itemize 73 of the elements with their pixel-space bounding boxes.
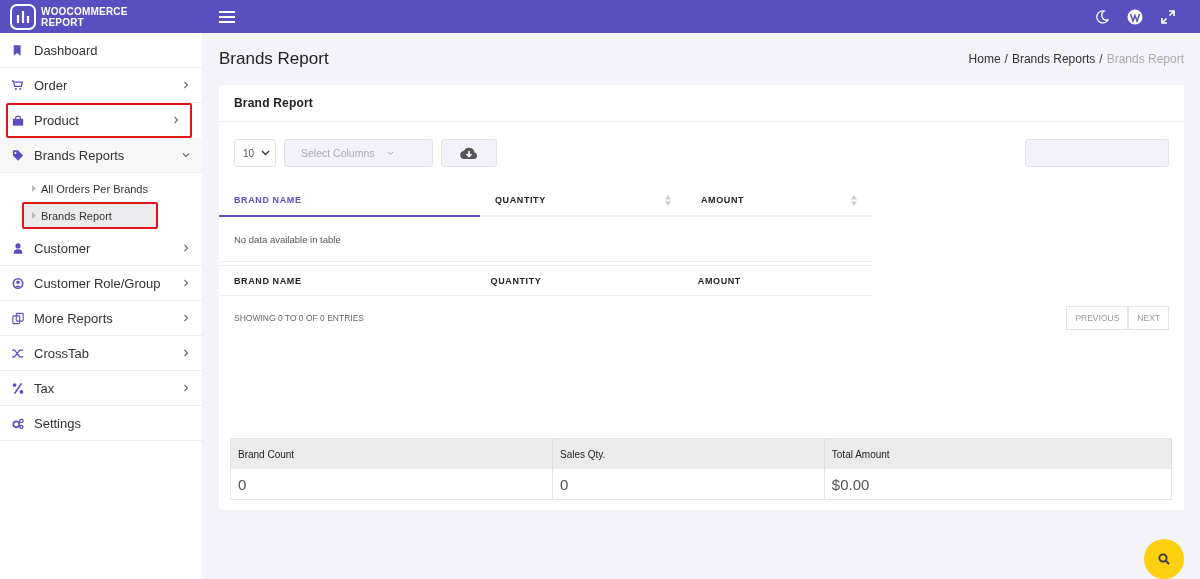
sort-icon bbox=[665, 194, 671, 206]
chevron-right-icon bbox=[182, 279, 190, 287]
card-title: Brand Report bbox=[219, 85, 1184, 122]
column-footer: AMOUNT bbox=[682, 265, 872, 296]
bookmark-icon bbox=[12, 43, 24, 57]
cloud-download-icon bbox=[460, 146, 478, 160]
column-header[interactable]: QUANTITY bbox=[480, 185, 686, 216]
tag-icon bbox=[12, 148, 24, 162]
menu-button[interactable] bbox=[219, 10, 235, 23]
user-circle-icon bbox=[12, 276, 24, 290]
sidebar-item[interactable]: Customer bbox=[0, 231, 202, 266]
chevron-right-icon bbox=[182, 81, 190, 89]
chevron-right-icon bbox=[182, 244, 190, 252]
summary-value: $0.00 bbox=[824, 469, 1172, 500]
page-length-select[interactable]: 10 bbox=[234, 139, 276, 167]
sidebar-item[interactable]: Dashboard bbox=[0, 33, 202, 68]
breadcrumb-link[interactable]: Brands Reports bbox=[1011, 52, 1096, 66]
sidebar-subitem[interactable]: Brands Report bbox=[22, 202, 158, 229]
shuffle-icon bbox=[12, 346, 24, 360]
w-logo-icon bbox=[1127, 8, 1143, 25]
sidebar-item[interactable]: CrossTab bbox=[0, 336, 202, 371]
sidebar-item[interactable]: Brands Reports bbox=[0, 138, 202, 173]
chevron-right-icon bbox=[172, 116, 180, 124]
expand-icon bbox=[1161, 9, 1175, 24]
breadcrumb-link[interactable]: Home bbox=[968, 52, 1001, 66]
breadcrumb-separator: / bbox=[1004, 52, 1008, 66]
chevron-down-icon bbox=[261, 150, 270, 156]
search-button[interactable] bbox=[1144, 539, 1184, 579]
moon-icon bbox=[1095, 9, 1109, 24]
wordpress-button[interactable] bbox=[1127, 8, 1143, 25]
sidebar-item[interactable]: Customer Role/Group bbox=[0, 266, 202, 301]
copy-icon bbox=[12, 311, 24, 325]
bag-icon bbox=[12, 113, 24, 127]
download-button[interactable] bbox=[441, 139, 497, 167]
user-icon bbox=[12, 241, 24, 255]
sidebar-item[interactable]: More Reports bbox=[0, 301, 202, 336]
summary-header: Total Amount bbox=[824, 438, 1172, 469]
column-footer: QUANTITY bbox=[475, 265, 683, 296]
breadcrumb-current: Brands Report bbox=[1106, 52, 1184, 66]
search-field[interactable] bbox=[1025, 139, 1169, 167]
chevron-right-icon bbox=[182, 349, 190, 357]
chevron-right-icon bbox=[182, 384, 190, 392]
caret-icon bbox=[32, 185, 36, 192]
gears-icon bbox=[12, 416, 24, 430]
chevron-down-icon bbox=[386, 150, 394, 156]
sort-icon bbox=[851, 194, 857, 206]
logo-icon bbox=[10, 3, 36, 30]
chevron-right-icon bbox=[182, 314, 190, 322]
sidebar-subitem[interactable]: All Orders Per Brands bbox=[0, 175, 202, 202]
column-footer: BRAND NAME bbox=[219, 265, 476, 296]
summary-header: Sales Qty. bbox=[552, 438, 825, 469]
sidebar-item[interactable]: Product bbox=[6, 103, 192, 138]
fullscreen-button[interactable] bbox=[1161, 9, 1175, 24]
summary-value: 0 bbox=[230, 469, 553, 500]
column-header[interactable]: AMOUNT bbox=[686, 185, 872, 216]
sidebar-item[interactable]: Settings bbox=[0, 406, 202, 441]
summary-value: 0 bbox=[552, 469, 825, 500]
entries-info: SHOWING 0 TO 0 OF 0 ENTRIES bbox=[234, 313, 365, 323]
empty-message: No data available in table bbox=[219, 216, 872, 262]
caret-icon bbox=[32, 212, 36, 219]
dark-mode-button[interactable] bbox=[1095, 9, 1109, 24]
column-header[interactable]: BRAND NAME bbox=[219, 185, 480, 216]
sidebar-item[interactable]: Order bbox=[0, 68, 202, 103]
search-icon bbox=[1158, 553, 1170, 565]
percent-icon bbox=[12, 381, 24, 395]
brand-name: WOOCOMMERCE REPORT bbox=[41, 5, 128, 28]
sidebar-item[interactable]: Tax bbox=[0, 371, 202, 406]
breadcrumb-separator: / bbox=[1099, 52, 1103, 66]
chevron-down-icon bbox=[182, 151, 190, 159]
cart-icon bbox=[12, 78, 24, 92]
summary-header: Brand Count bbox=[230, 438, 553, 469]
page-title: Brands Report bbox=[219, 49, 329, 69]
menu-icon bbox=[219, 10, 235, 23]
